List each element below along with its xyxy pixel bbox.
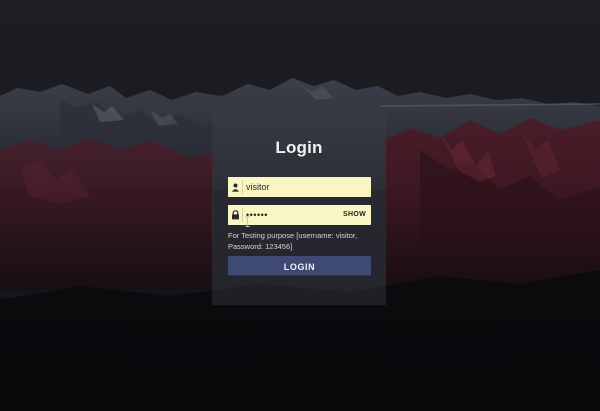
username-input[interactable] (246, 177, 336, 197)
login-card: Login SHOW For Testing purpose (212, 108, 386, 305)
text-cursor-icon (245, 216, 250, 227)
testing-hint-text: For Testing purpose [username: visitor, … (228, 231, 358, 251)
login-page: Login SHOW For Testing purpose (0, 0, 600, 411)
username-field[interactable] (228, 177, 371, 197)
username-icon-divider (242, 180, 243, 194)
login-title: Login (275, 138, 323, 157)
password-input[interactable] (246, 205, 336, 225)
password-icon-divider (242, 208, 243, 222)
show-password-button[interactable]: SHOW (343, 205, 366, 225)
lock-icon (228, 205, 243, 225)
login-button[interactable]: LOGIN (228, 256, 371, 276)
user-icon (228, 177, 243, 197)
